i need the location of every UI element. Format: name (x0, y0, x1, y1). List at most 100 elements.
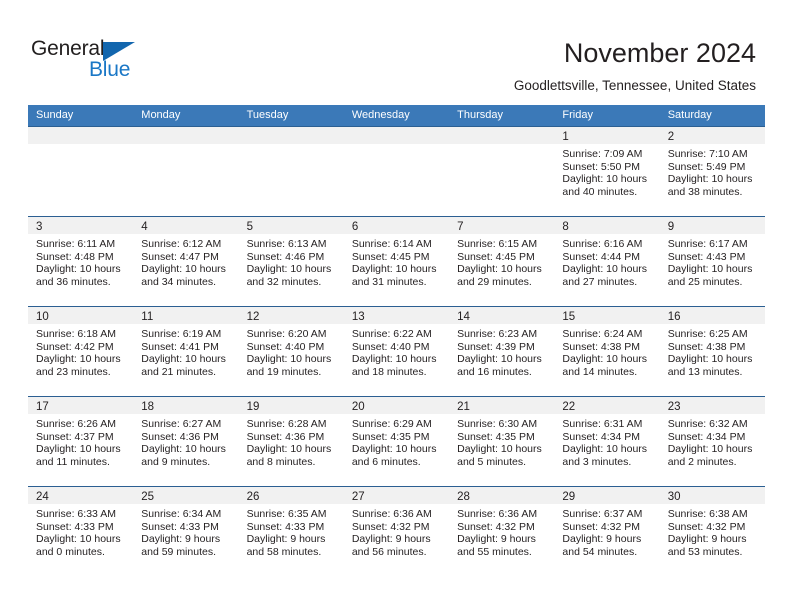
calendar-cell-empty (343, 126, 450, 216)
day-sun-info: Sunrise: 6:34 AM Sunset: 4:33 PM Daylight:… (133, 504, 238, 558)
day-sun-info: Sunrise: 6:35 AM Sunset: 4:33 PM Daylight:… (239, 504, 344, 558)
calendar-day-cell[interactable]: 24 Sunrise: 6:33 AM Sunset: 4:33 PM Dayligh… (28, 486, 134, 576)
day-sun-info: Sunrise: 6:36 AM Sunset: 4:32 PM Daylight:… (449, 504, 554, 558)
calendar-day-cell[interactable]: 22 Sunrise: 6:31 AM Sunset: 4:34 PM Dayligh… (554, 396, 660, 486)
day-sun-info: Sunrise: 6:38 AM Sunset: 4:32 PM Daylight:… (660, 504, 765, 558)
calendar-day-cell[interactable]: 4 Sunrise: 6:12 AM Sunset: 4:47 PM Daylight… (133, 216, 239, 306)
page-title: November 2024 (563, 38, 756, 68)
calendar-day-cell[interactable]: 9 Sunrise: 6:17 AM Sunset: 4:43 PM Daylight… (659, 216, 765, 306)
day-number-band: 5 (238, 217, 344, 234)
day-number-band (133, 127, 239, 144)
sunset-text: Sunset: 4:35 PM (457, 430, 535, 443)
calendar-day-cell[interactable]: 17 Sunrise: 6:26 AM Sunset: 4:37 PM Dayligh… (28, 396, 134, 486)
calendar-day-cell[interactable]: 2 Sunrise: 7:10 AM Sunset: 5:49 PM Daylight… (659, 126, 765, 216)
day-number-band: 23 (659, 397, 765, 414)
daylight-text-line1: Daylight: 9 hours (141, 533, 221, 546)
calendar-day-cell[interactable]: 23 Sunrise: 6:32 AM Sunset: 4:34 PM Dayligh… (659, 396, 765, 486)
daylight-text-line1: Daylight: 10 hours (36, 533, 121, 546)
calendar-day-cell[interactable]: 18 Sunrise: 6:27 AM Sunset: 4:36 PM Dayligh… (133, 396, 239, 486)
calendar-day-cell[interactable]: 10 Sunrise: 6:18 AM Sunset: 4:42 PM Dayligh… (28, 306, 134, 396)
calendar-grid: Sunday Monday Tuesday Wednesday Thursday… (28, 105, 765, 576)
day-sun-info: Sunrise: 6:26 AM Sunset: 4:37 PM Daylight:… (28, 414, 133, 468)
day-sun-info: Sunrise: 6:36 AM Sunset: 4:32 PM Daylight:… (344, 504, 449, 558)
day-sun-info: Sunrise: 6:24 AM Sunset: 4:38 PM Daylight:… (554, 324, 659, 378)
daylight-text-line2: and 2 minutes. (667, 455, 737, 468)
sunrise-text: Sunrise: 6:30 AM (457, 418, 538, 430)
daylight-text-line2: and 53 minutes. (667, 545, 743, 558)
daylight-text-line1: Daylight: 9 hours (562, 533, 642, 546)
day-number: 18 (141, 401, 155, 413)
calendar-day-cell[interactable]: 26 Sunrise: 6:35 AM Sunset: 4:33 PM Dayligh… (238, 486, 344, 576)
daylight-text-line2: and 19 minutes. (246, 365, 322, 378)
day-number: 12 (246, 311, 260, 323)
calendar-day-cell[interactable]: 7 Sunrise: 6:15 AM Sunset: 4:45 PM Daylight… (449, 216, 555, 306)
day-number: 8 (562, 221, 569, 233)
calendar-day-cell[interactable]: 12 Sunrise: 6:20 AM Sunset: 4:40 PM Dayligh… (238, 306, 344, 396)
day-number: 14 (457, 311, 470, 323)
day-number-band: 28 (449, 487, 555, 504)
sunrise-text: Sunrise: 6:17 AM (667, 238, 748, 250)
calendar-day-cell[interactable]: 25 Sunrise: 6:34 AM Sunset: 4:33 PM Dayligh… (133, 486, 239, 576)
calendar-day-cell[interactable]: 1 Sunrise: 7:09 AM Sunset: 5:50 PM Daylight… (554, 126, 660, 216)
weekday-saturday: Saturday (667, 109, 712, 121)
day-number-band (238, 127, 344, 144)
calendar-day-cell[interactable]: 30 Sunrise: 6:38 AM Sunset: 4:32 PM Dayligh… (659, 486, 765, 576)
sunrise-text: Sunrise: 6:13 AM (246, 238, 327, 250)
calendar-day-cell[interactable]: 27 Sunrise: 6:36 AM Sunset: 4:32 PM Dayligh… (343, 486, 450, 576)
day-sun-info: Sunrise: 6:18 AM Sunset: 4:42 PM Daylight:… (28, 324, 133, 378)
sunrise-text: Sunrise: 6:16 AM (562, 238, 643, 250)
calendar-page: General Blue November 2024 Goodlettsvill… (0, 0, 792, 612)
calendar-day-cell[interactable]: 16 Sunrise: 6:25 AM Sunset: 4:38 PM Dayligh… (659, 306, 765, 396)
day-number-band: 30 (659, 487, 765, 504)
day-number-band: 15 (554, 307, 660, 324)
calendar-day-cell[interactable]: 19 Sunrise: 6:28 AM Sunset: 4:36 PM Dayligh… (238, 396, 344, 486)
sunrise-text: Sunrise: 6:34 AM (141, 508, 222, 520)
day-number-band: 6 (343, 217, 450, 234)
sunset-text: Sunset: 4:40 PM (351, 340, 430, 353)
day-sun-info: Sunrise: 6:32 AM Sunset: 4:34 PM Daylight:… (660, 414, 765, 468)
calendar-day-cell[interactable]: 13 Sunrise: 6:22 AM Sunset: 4:40 PM Dayligh… (343, 306, 450, 396)
day-number: 15 (562, 311, 576, 323)
day-number-band: 26 (238, 487, 344, 504)
calendar-day-cell[interactable]: 5 Sunrise: 6:13 AM Sunset: 4:46 PM Daylight… (238, 216, 344, 306)
day-sun-info: Sunrise: 6:28 AM Sunset: 4:36 PM Daylight:… (239, 414, 344, 468)
calendar-day-cell[interactable]: 6 Sunrise: 6:14 AM Sunset: 4:45 PM Daylight… (343, 216, 450, 306)
sunset-text: Sunset: 4:34 PM (667, 430, 746, 443)
day-sun-info: Sunrise: 6:31 AM Sunset: 4:34 PM Daylight:… (554, 414, 659, 468)
daylight-text-line1: Daylight: 10 hours (351, 443, 437, 456)
sunset-text: Sunset: 4:36 PM (141, 430, 219, 443)
day-sun-info: Sunrise: 6:15 AM Sunset: 4:45 PM Daylight:… (449, 234, 554, 288)
calendar-day-cell[interactable]: 28 Sunrise: 6:36 AM Sunset: 4:32 PM Dayligh… (449, 486, 555, 576)
calendar-day-cell[interactable]: 29 Sunrise: 6:37 AM Sunset: 4:32 PM Dayligh… (554, 486, 660, 576)
daylight-text-line2: and 0 minutes. (36, 545, 105, 558)
calendar-day-cell[interactable]: 8 Sunrise: 6:16 AM Sunset: 4:44 PM Daylight… (554, 216, 660, 306)
daylight-text-line2: and 21 minutes. (141, 365, 216, 378)
calendar-day-cell[interactable]: 3 Sunrise: 6:11 AM Sunset: 4:48 PM Daylight… (28, 216, 134, 306)
day-number-band (449, 127, 555, 144)
day-number-band: 11 (133, 307, 239, 324)
calendar-day-cell[interactable]: 11 Sunrise: 6:19 AM Sunset: 4:41 PM Dayligh… (133, 306, 239, 396)
daylight-text-line1: Daylight: 10 hours (562, 263, 648, 276)
daylight-text-line2: and 6 minutes. (351, 455, 421, 468)
sunrise-text: Sunrise: 6:36 AM (457, 508, 538, 520)
daylight-text-line1: Daylight: 10 hours (667, 353, 753, 366)
calendar-day-cell[interactable]: 14 Sunrise: 6:23 AM Sunset: 4:39 PM Dayligh… (449, 306, 555, 396)
sunrise-text: Sunrise: 6:32 AM (667, 418, 748, 430)
day-number-band: 27 (343, 487, 450, 504)
calendar-day-cell[interactable]: 20 Sunrise: 6:29 AM Sunset: 4:35 PM Dayligh… (343, 396, 450, 486)
daylight-text-line1: Daylight: 10 hours (351, 263, 437, 276)
calendar-day-cell[interactable]: 15 Sunrise: 6:24 AM Sunset: 4:38 PM Dayligh… (554, 306, 660, 396)
sunset-text: Sunset: 4:34 PM (562, 430, 641, 443)
sunset-text: Sunset: 4:43 PM (667, 250, 746, 263)
calendar-day-cell[interactable]: 21 Sunrise: 6:30 AM Sunset: 4:35 PM Dayligh… (449, 396, 555, 486)
sunrise-text: Sunrise: 6:36 AM (351, 508, 432, 520)
general-blue-logo[interactable]: General Blue (31, 37, 161, 85)
day-number: 29 (562, 491, 576, 503)
daylight-text-line2: and 18 minutes. (351, 365, 427, 378)
daylight-text-line2: and 9 minutes. (141, 455, 211, 468)
day-number: 30 (667, 491, 681, 503)
day-number-band: 9 (659, 217, 765, 234)
daylight-text-line2: and 11 minutes. (36, 455, 110, 468)
day-sun-info: Sunrise: 6:20 AM Sunset: 4:40 PM Daylight:… (239, 324, 344, 378)
weekday-thursday: Thursday (457, 109, 503, 121)
